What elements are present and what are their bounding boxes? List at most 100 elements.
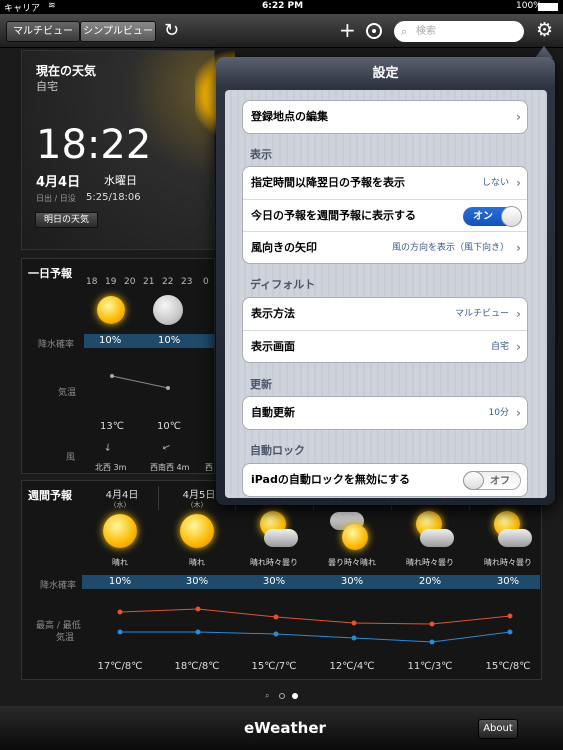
sun-icon: [342, 524, 368, 550]
edit-locations-cell[interactable]: 登録地点の編集 ›: [243, 101, 527, 133]
section-display-header: 表示: [250, 148, 272, 161]
page-dot-active[interactable]: [292, 693, 298, 699]
week-day-dow: (木): [190, 501, 204, 509]
week-temp-value: 15℃/7℃: [251, 661, 297, 672]
chevron-right-icon: ›: [516, 307, 521, 321]
weekly-precip-bar: [82, 575, 540, 589]
week-temp-value: 11℃/3℃: [407, 661, 453, 672]
hour-tick: 19: [105, 277, 117, 287]
wifi-icon: ≋: [48, 1, 56, 11]
week-condition: 晴れ: [189, 558, 205, 567]
hourly-temp-value: 10℃: [157, 421, 181, 432]
week-condition: 晴れ時々曇り: [250, 558, 298, 567]
week-precip-value: 30%: [185, 576, 209, 587]
hour-tick: 22: [162, 277, 174, 287]
chevron-right-icon: ›: [516, 110, 521, 124]
week-day-date: 4月4日: [105, 490, 139, 501]
toggle-off-text: オフ: [490, 476, 510, 487]
hourly-precip-value: 10%: [158, 335, 181, 346]
cloud-icon: [420, 529, 454, 547]
today-weekly-cell: 今日の予報を週間予報に表示する オン: [243, 199, 527, 231]
search-icon: ⌕: [401, 25, 408, 38]
add-icon[interactable]: +: [339, 20, 356, 40]
week-temp-value: 17℃/8℃: [97, 661, 143, 672]
clock-label: 6:22 PM: [262, 1, 304, 11]
cloud-icon: [498, 529, 532, 547]
display-mode-value: マルチビュー: [454, 309, 509, 319]
current-weekday: 水曜日: [104, 174, 137, 187]
simple-view-button[interactable]: シンプルビュー: [80, 21, 156, 42]
chevron-right-icon: ›: [516, 241, 521, 255]
toggle-knob: [463, 471, 484, 490]
sun-times: 5:25/18:06: [86, 192, 141, 203]
group-autolock: iPadの自動ロックを無効にする オフ: [242, 463, 528, 497]
week-precip-value: 30%: [262, 576, 286, 587]
autolock-toggle[interactable]: オフ: [463, 471, 521, 490]
week-day-dow: (水): [113, 501, 127, 509]
hourly-precip-value: 10%: [99, 335, 122, 346]
gear-icon[interactable]: ⚙: [536, 21, 553, 40]
multi-view-button[interactable]: マルチビュー: [6, 21, 80, 42]
current-time: 18:22: [36, 122, 152, 168]
section-update-header: 更新: [250, 378, 272, 391]
current-location: 自宅: [36, 80, 58, 93]
next-day-cell[interactable]: 指定時間以降翌日の予報を表示 しない ›: [243, 167, 527, 199]
weekly-title: 週間予報: [28, 489, 72, 502]
group-update: 自動更新 10分 ›: [242, 396, 528, 430]
auto-update-cell[interactable]: 自動更新 10分 ›: [243, 397, 527, 429]
weekly-precip-label: 降水確率: [40, 581, 77, 591]
sun-label: 日出 / 日没: [36, 194, 76, 203]
display-mode-cell[interactable]: 表示方法 マルチビュー ›: [243, 298, 527, 330]
settings-title: 設定: [372, 66, 399, 81]
hour-tick: 23: [181, 277, 193, 287]
column-divider: [158, 486, 159, 510]
hour-tick: 18: [86, 277, 98, 287]
hourly-precip-label: 降水確率: [38, 340, 75, 350]
page-dot[interactable]: [279, 693, 285, 699]
tomorrow-button[interactable]: 明日の天気: [35, 212, 99, 228]
about-button[interactable]: About: [478, 719, 518, 739]
hour-tick: 0: [203, 277, 209, 287]
moon-icon: [153, 295, 183, 325]
week-temp-value: 15℃/8℃: [485, 661, 531, 672]
toolbar: マルチビュー シンプルビュー ↻ + ⌕ 検索 ⚙: [0, 14, 563, 48]
week-condition: 晴れ時々曇り: [484, 558, 532, 567]
hourly-temp-line: [110, 374, 170, 390]
section-default-header: ディフォルト: [250, 278, 316, 291]
wind-arrow-label: 風向きの矢印: [251, 241, 317, 254]
week-temp-value: 12℃/4℃: [329, 661, 375, 672]
hourly-temp-value: 13℃: [100, 421, 124, 432]
refresh-icon[interactable]: ↻: [164, 22, 179, 40]
wind-arrow-cell[interactable]: 風向きの矢印 風の方向を表示（風下向き） ›: [243, 231, 527, 263]
group-display: 指定時間以降翌日の予報を表示 しない › 今日の予報を週間予報に表示する オン …: [242, 166, 528, 264]
locate-icon[interactable]: [366, 23, 382, 39]
autolock-cell: iPadの自動ロックを無効にする オフ: [243, 464, 527, 496]
display-screen-value: 自宅: [490, 342, 509, 352]
toggle-on-text: オン: [473, 211, 493, 222]
today-weekly-toggle[interactable]: オン: [463, 206, 522, 227]
edit-locations-label: 登録地点の編集: [251, 110, 328, 123]
settings-body: 登録地点の編集 › 表示 指定時間以降翌日の予報を表示 しない › 今日の予報を…: [225, 90, 547, 498]
next-day-value: しない: [481, 178, 509, 188]
display-screen-cell[interactable]: 表示画面 自宅 ›: [243, 330, 527, 362]
display-screen-label: 表示画面: [251, 340, 295, 353]
sun-icon: [180, 514, 214, 548]
search-input[interactable]: ⌕ 検索: [394, 21, 524, 42]
page-search-icon[interactable]: ⌕: [265, 691, 269, 701]
search-placeholder: 検索: [416, 26, 436, 37]
week-precip-value: 30%: [496, 576, 520, 587]
week-condition: 晴れ時々曇り: [406, 558, 454, 567]
display-mode-label: 表示方法: [251, 307, 295, 320]
week-condition: 曇り時々晴れ: [328, 558, 376, 567]
auto-update-value: 10分: [488, 408, 509, 418]
week-precip-value: 20%: [418, 576, 442, 587]
week-day-date: 4月5日: [182, 490, 216, 501]
weekly-temp-chart: [117, 606, 513, 645]
week-condition: 晴れ: [112, 558, 128, 567]
hourly-temp-label: 気温: [58, 388, 77, 398]
next-day-label: 指定時間以降翌日の予報を表示: [251, 176, 405, 189]
section-autolock-header: 自動ロック: [250, 444, 305, 457]
wind-arrow-value: 風の方向を表示（風下向き）: [391, 243, 509, 253]
hour-tick: 20: [124, 277, 136, 287]
weekly-temp-label: 最高 / 最低 気温: [36, 621, 81, 643]
